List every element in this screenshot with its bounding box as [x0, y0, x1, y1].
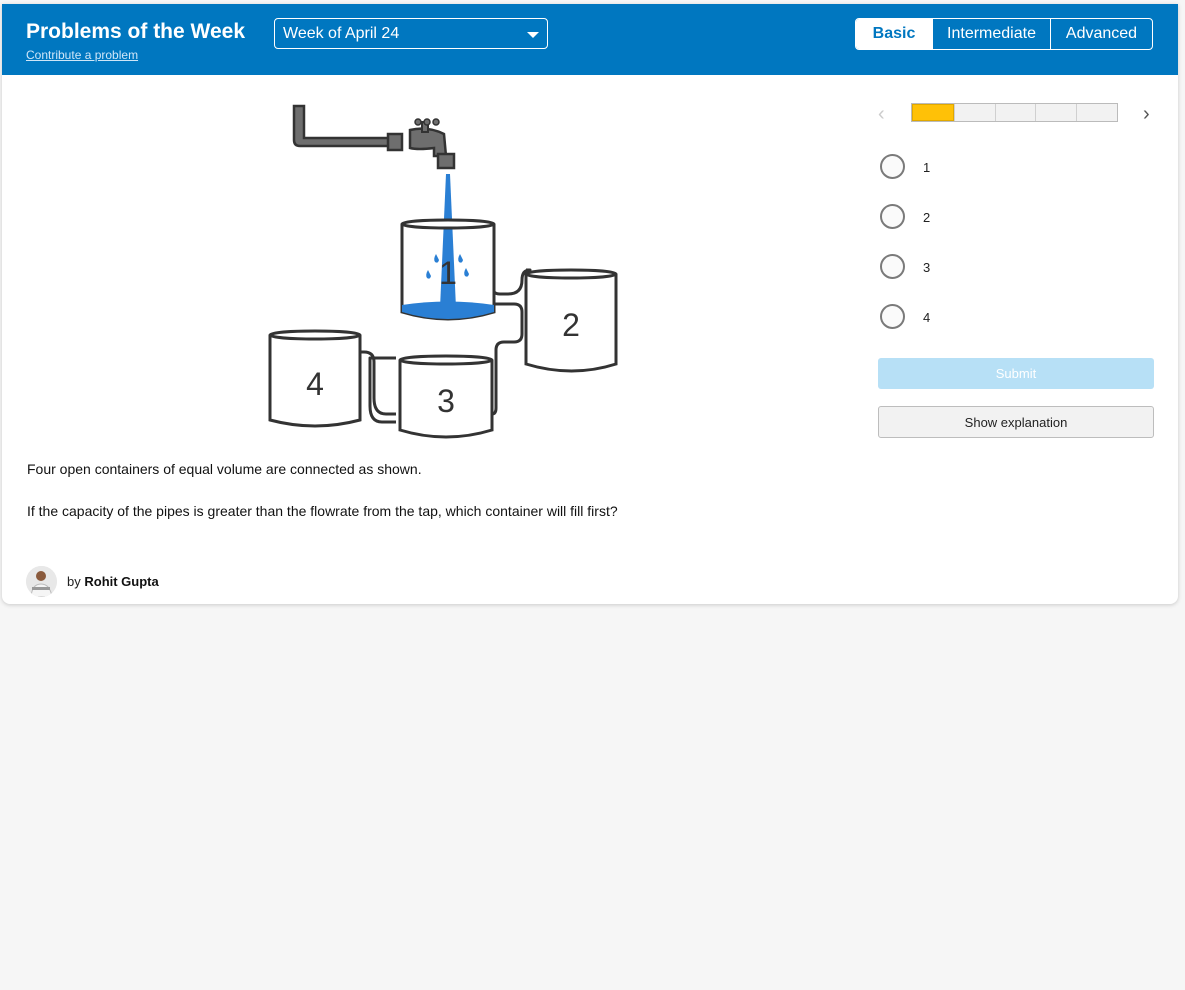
pipe-1-2 [490, 268, 532, 296]
progress-segment [1035, 104, 1076, 121]
chevron-down-icon [527, 32, 539, 38]
tab-basic[interactable]: Basic [856, 19, 932, 49]
answer-option-4[interactable]: 4 [878, 304, 1078, 332]
avatar[interactable] [26, 566, 57, 597]
answer-option-3[interactable]: 3 [878, 254, 1078, 282]
option-label: 1 [923, 160, 931, 175]
pipe-2-3 [491, 302, 524, 416]
submit-button[interactable]: Submit [878, 358, 1154, 389]
container-label-1: 1 [439, 255, 457, 291]
radio-button[interactable] [880, 204, 905, 229]
progress-segment [1076, 104, 1117, 121]
problem-statement: Four open containers of equal volume are… [27, 460, 847, 544]
container-2: 2 [524, 268, 618, 373]
container-1: 1 [400, 174, 496, 321]
container-3: 3 [398, 354, 494, 439]
answer-option-2[interactable]: 2 [878, 204, 1078, 232]
difficulty-tabs: Basic Intermediate Advanced [855, 18, 1153, 50]
week-select[interactable]: Week of April 24 [274, 18, 548, 49]
container-label-3: 3 [437, 383, 455, 419]
progress-segment [912, 104, 954, 121]
container-label-2: 2 [562, 307, 580, 343]
radio-button[interactable] [880, 304, 905, 329]
chevron-left-icon[interactable]: ‹ [878, 104, 885, 124]
author-by-label: by [67, 574, 81, 589]
progress-bar [911, 103, 1118, 122]
problem-paragraph: If the capacity of the pipes is greater … [27, 503, 618, 519]
page-title: Problems of the Week [26, 20, 246, 43]
week-select-value: Week of April 24 [283, 25, 400, 42]
tab-advanced[interactable]: Advanced [1050, 19, 1152, 49]
radio-button[interactable] [880, 154, 905, 179]
header-bar: Problems of the Week Contribute a proble… [2, 4, 1178, 75]
containers-figure: 1 2 3 4 [268, 104, 618, 439]
problem-card: Problems of the Week Contribute a proble… [2, 4, 1178, 604]
progress-segment [953, 104, 995, 121]
tab-intermediate[interactable]: Intermediate [932, 19, 1050, 49]
option-label: 3 [923, 260, 931, 275]
chevron-right-icon[interactable]: › [1143, 104, 1150, 124]
answer-option-1[interactable]: 1 [878, 154, 1078, 182]
progress-segment [994, 104, 1036, 121]
author-name[interactable]: Rohit Gupta [84, 574, 158, 589]
show-explanation-button[interactable]: Show explanation [878, 406, 1154, 438]
pipe-3-4-inner [360, 350, 396, 416]
radio-button[interactable] [880, 254, 905, 279]
container-4: 4 [268, 329, 362, 428]
option-label: 2 [923, 210, 931, 225]
problem-paragraph: Four open containers of equal volume are… [27, 461, 422, 477]
faucet-icon [292, 104, 456, 170]
contribute-link[interactable]: Contribute a problem [26, 48, 138, 62]
author-line: by Rohit Gupta [67, 574, 159, 589]
option-label: 4 [923, 310, 931, 325]
container-label-4: 4 [306, 366, 324, 402]
